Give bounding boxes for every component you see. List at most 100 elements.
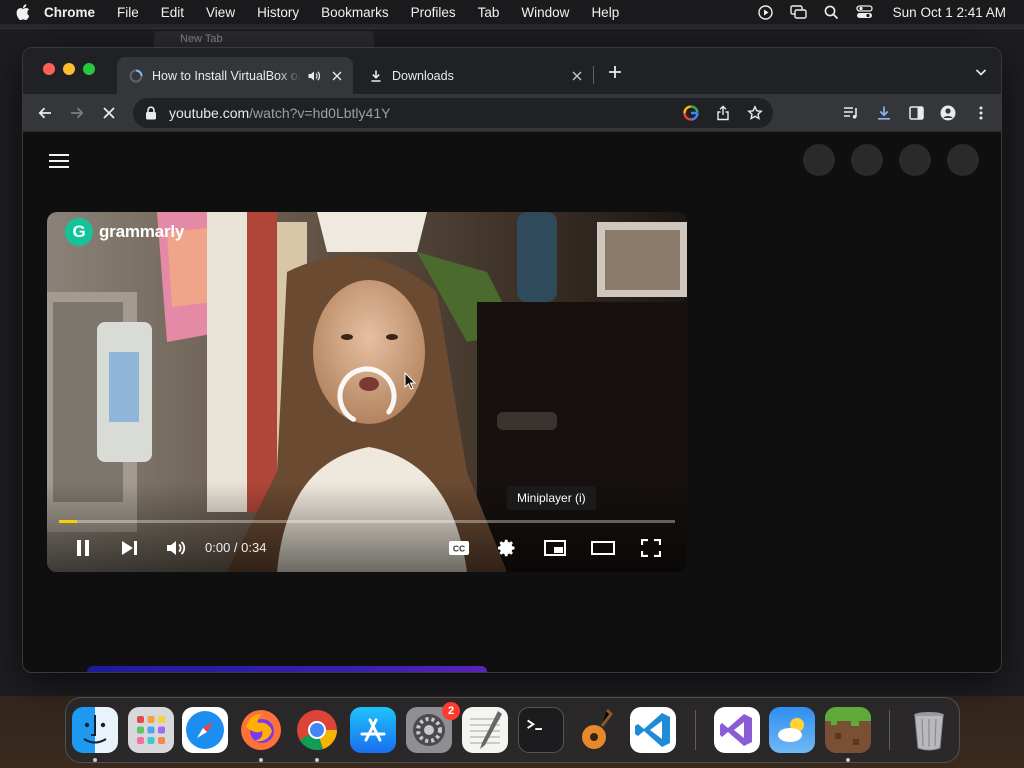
grammarly-logo-icon: G: [65, 218, 93, 246]
dock-garageband-icon[interactable]: [574, 707, 620, 753]
progress-bar[interactable]: [59, 520, 675, 523]
window-minimize-button[interactable]: [63, 63, 75, 75]
dock-finder-icon[interactable]: [72, 707, 118, 753]
placeholder-circle: [851, 144, 883, 176]
dock-chrome-icon[interactable]: [294, 707, 340, 753]
control-center-icon[interactable]: [856, 5, 873, 20]
dock-terminal-icon[interactable]: [518, 707, 564, 753]
dock-launchpad-icon[interactable]: [128, 707, 174, 753]
menu-help[interactable]: Help: [591, 5, 619, 20]
dock-vscode-icon[interactable]: [630, 707, 676, 753]
tab-title: Downloads: [392, 68, 454, 83]
menu-view[interactable]: View: [206, 5, 235, 20]
progress-buffered: [59, 520, 78, 523]
url-path: /watch?v=hd0Lbtly41Y: [249, 105, 391, 121]
back-arrow-icon[interactable]: [35, 103, 55, 123]
video-loading-spinner: [337, 366, 397, 426]
play-circle-icon[interactable]: [757, 4, 774, 20]
menu-file[interactable]: File: [117, 5, 139, 20]
stop-loading-icon[interactable]: [99, 103, 119, 123]
pause-button[interactable]: [69, 536, 97, 560]
share-icon[interactable]: [713, 103, 733, 123]
dock-visual-studio-icon[interactable]: [714, 707, 760, 753]
status-area: Sun Oct 1 2:41 AM: [757, 5, 1014, 20]
video-player[interactable]: G grammarly Miniplayer (i) 0:00 / 0:34 C…: [47, 212, 687, 572]
dock-separator: [889, 710, 890, 750]
site-info-icon[interactable]: [145, 106, 157, 120]
address-bar[interactable]: youtube.com/watch?v=hd0Lbtly41Y: [133, 98, 773, 128]
google-lens-icon[interactable]: [681, 103, 701, 123]
placeholder-circle: [899, 144, 931, 176]
tab-downloads[interactable]: Downloads: [357, 57, 593, 94]
dock-app-store-icon[interactable]: [350, 707, 396, 753]
next-video-button[interactable]: [115, 536, 143, 560]
miniplayer-tooltip: Miniplayer (i): [507, 486, 596, 510]
download-icon: [371, 70, 381, 82]
menu-history[interactable]: History: [257, 5, 299, 20]
mouse-cursor-icon: [404, 372, 416, 390]
url-host: youtube.com: [169, 105, 250, 121]
chevron-down-icon[interactable]: [975, 66, 987, 78]
dock-firefox-icon[interactable]: [238, 707, 284, 753]
screen-mirror-icon[interactable]: [789, 5, 807, 20]
dock-safari-icon[interactable]: [182, 707, 228, 753]
dock: 2: [65, 697, 960, 763]
dock-textedit-icon[interactable]: [462, 707, 508, 753]
bookmark-star-icon[interactable]: [745, 103, 765, 123]
placeholder-circle: [947, 144, 979, 176]
speaker-icon[interactable]: [307, 69, 321, 83]
forward-arrow-icon[interactable]: [67, 103, 87, 123]
tab-youtube-video[interactable]: How to Install VirtualBox on: [117, 57, 353, 94]
running-indicator: [259, 758, 263, 762]
svg-text:CC: CC: [453, 544, 465, 554]
placeholder-circle: [803, 144, 835, 176]
notification-badge: 2: [442, 702, 460, 720]
menu-profiles[interactable]: Profiles: [411, 5, 456, 20]
more-menu-icon[interactable]: [971, 103, 991, 123]
hamburger-menu-icon[interactable]: [49, 154, 69, 168]
grammarly-watermark: G grammarly: [65, 218, 184, 246]
new-tab-plus-icon[interactable]: [607, 64, 623, 80]
running-indicator: [846, 758, 850, 762]
window-controls: [43, 63, 95, 75]
dock-separator: [695, 710, 696, 750]
subtitles-cc-button[interactable]: CC: [445, 536, 473, 560]
dock-weather-icon[interactable]: [769, 707, 815, 753]
tab-title: How to Install VirtualBox on: [152, 68, 301, 83]
dock-trash-icon[interactable]: [906, 707, 952, 753]
tab-close-icon[interactable]: [331, 70, 343, 82]
brand-name: grammarly: [99, 222, 185, 241]
time-display: 0:00 / 0:34: [205, 540, 267, 555]
media-controls-icon[interactable]: [841, 103, 861, 123]
spotlight-search-icon[interactable]: [823, 5, 840, 20]
omnibox-actions: [681, 103, 765, 123]
window-close-button[interactable]: [43, 63, 55, 75]
browser-toolbar: youtube.com/watch?v=hd0Lbtly41Y: [23, 94, 1001, 132]
tab-strip: How to Install VirtualBox on Downloads: [23, 48, 1001, 94]
apple-menu-icon[interactable]: [16, 4, 30, 20]
theater-mode-button[interactable]: [589, 536, 617, 560]
volume-button[interactable]: [162, 536, 190, 560]
tab-divider: [593, 66, 594, 84]
tab-close-icon[interactable]: [571, 70, 583, 82]
side-panel-icon[interactable]: [906, 103, 926, 123]
menu-tab[interactable]: Tab: [478, 5, 500, 20]
running-indicator: [93, 758, 97, 762]
loading-spinner-icon: [129, 69, 143, 82]
window-zoom-button[interactable]: [83, 63, 95, 75]
chrome-window: How to Install VirtualBox on Downloads y…: [22, 47, 1002, 673]
menu-bookmarks[interactable]: Bookmarks: [321, 5, 389, 20]
downloads-icon[interactable]: [874, 103, 894, 123]
miniplayer-button[interactable]: [541, 536, 569, 560]
menu-clock[interactable]: Sun Oct 1 2:41 AM: [893, 5, 1006, 20]
youtube-page: G grammarly Miniplayer (i) 0:00 / 0:34 C…: [23, 132, 1001, 672]
menu-app-name[interactable]: Chrome: [44, 5, 95, 20]
menu-window[interactable]: Window: [521, 5, 569, 20]
profile-avatar-icon[interactable]: [938, 103, 958, 123]
settings-gear-icon[interactable]: [493, 536, 521, 560]
dock-minecraft-icon[interactable]: [825, 707, 871, 753]
title-placeholder: [87, 666, 487, 672]
fullscreen-button[interactable]: [637, 536, 665, 560]
running-indicator: [315, 758, 319, 762]
menu-edit[interactable]: Edit: [161, 5, 184, 20]
